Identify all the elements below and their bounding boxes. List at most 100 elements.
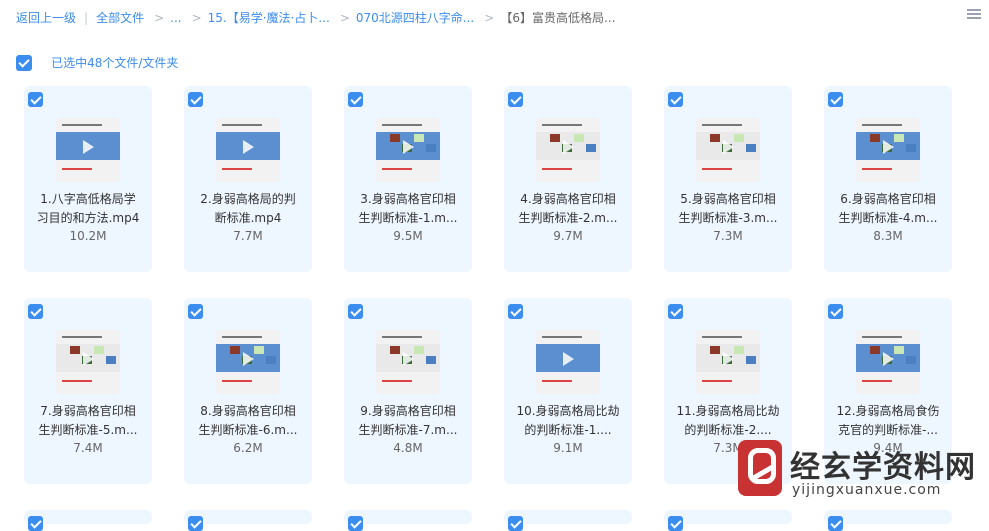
file-card[interactable] (664, 510, 792, 531)
file-card[interactable]: 3.身弱高格官印相 生判断标准-1.m... 9.5M (344, 86, 472, 272)
video-thumbnail[interactable] (56, 330, 120, 394)
file-size: 7.4M (73, 441, 103, 455)
play-icon (563, 352, 574, 366)
back-link[interactable]: 返回上一级 (16, 9, 76, 26)
file-size: 7.3M (713, 229, 743, 243)
file-card[interactable]: 8.身弱高格官印相 生判断标准-6.m... 6.2M (184, 298, 312, 484)
play-icon (403, 140, 414, 154)
file-name-line1: 7.身弱高格官印相 (40, 404, 136, 418)
file-checkbox[interactable] (668, 304, 683, 319)
file-checkbox[interactable] (668, 92, 683, 107)
file-name[interactable]: 8.身弱高格官印相 生判断标准-6.m... (192, 402, 304, 440)
file-card[interactable]: 6.身弱高格官印相 生判断标准-4.m... 8.3M (824, 86, 952, 272)
file-name[interactable]: 10.身弱高格局比劫 的判断标准-1.... (512, 402, 624, 440)
file-checkbox[interactable] (348, 92, 363, 107)
file-card[interactable]: 10.身弱高格局比劫 的判断标准-1.... 9.1M (504, 298, 632, 484)
file-checkbox[interactable] (668, 516, 683, 531)
file-card[interactable] (824, 510, 952, 531)
file-name-line2: 生判断标准-5.m... (38, 423, 138, 437)
file-size: 6.2M (233, 441, 263, 455)
breadcrumb-all-files[interactable]: 全部文件 (96, 9, 144, 26)
file-checkbox[interactable] (188, 516, 203, 531)
video-thumbnail[interactable] (376, 330, 440, 394)
file-name[interactable]: 2.身弱高格局的判 断标准.mp4 (192, 190, 304, 228)
breadcrumb-current: 【6】富贵高低格局... (500, 11, 616, 25)
file-name[interactable]: 5.身弱高格官印相 生判断标准-3.m... (672, 190, 784, 228)
file-checkbox[interactable] (508, 92, 523, 107)
file-name-line2: 生判断标准-3.m... (678, 211, 778, 225)
file-checkbox[interactable] (348, 516, 363, 531)
breadcrumb-level1[interactable]: 15.【易学·魔法·占卜... (208, 9, 330, 26)
list-view-icon[interactable] (967, 9, 981, 23)
watermark-title: 经玄学资料网 (790, 450, 976, 485)
file-checkbox[interactable] (188, 92, 203, 107)
file-name[interactable]: 11.身弱高格局比劫 的判断标准-2.... (672, 402, 784, 440)
file-checkbox[interactable] (828, 516, 843, 531)
watermark: 经玄学资料网 yijingxuanxue.com (738, 440, 978, 504)
watermark-url: yijingxuanxue.com (792, 482, 942, 498)
file-checkbox[interactable] (828, 304, 843, 319)
chevron-right-icon: > (154, 10, 165, 25)
play-icon (243, 140, 254, 154)
video-thumbnail[interactable] (56, 118, 120, 182)
video-thumbnail[interactable] (536, 118, 600, 182)
file-name[interactable]: 1.八字高低格局学 习目的和方法.mp4 (32, 190, 144, 228)
video-thumbnail[interactable] (216, 330, 280, 394)
file-card[interactable] (504, 510, 632, 531)
video-thumbnail[interactable] (856, 330, 920, 394)
file-name-line1: 2.身弱高格局的判 (200, 192, 296, 206)
file-name[interactable]: 12.身弱高格局食伤 克官的判断标准-... (832, 402, 944, 440)
file-name-line1: 9.身弱高格官印相 (360, 404, 456, 418)
file-checkbox[interactable] (28, 92, 43, 107)
file-card[interactable]: 5.身弱高格官印相 生判断标准-3.m... 7.3M (664, 86, 792, 272)
file-card[interactable]: 9.身弱高格官印相 生判断标准-7.m... 4.8M (344, 298, 472, 484)
file-card[interactable]: 4.身弱高格官印相 生判断标准-2.m... 9.7M (504, 86, 632, 272)
chevron-right-icon: > (191, 10, 202, 25)
file-card[interactable]: 1.八字高低格局学 习目的和方法.mp4 10.2M (24, 86, 152, 272)
video-thumbnail[interactable] (856, 118, 920, 182)
file-name-line2: 克官的判断标准-... (838, 423, 938, 437)
file-checkbox[interactable] (188, 304, 203, 319)
file-name[interactable]: 6.身弱高格官印相 生判断标准-4.m... (832, 190, 944, 228)
file-checkbox[interactable] (28, 304, 43, 319)
selection-count: 已选中48个文件/文件夹 (51, 56, 179, 70)
file-name-line1: 3.身弱高格官印相 (360, 192, 456, 206)
file-name-line2: 生判断标准-6.m... (198, 423, 298, 437)
breadcrumb-ellipsis[interactable]: ... (170, 11, 181, 25)
video-thumbnail[interactable] (376, 118, 440, 182)
file-card[interactable] (24, 510, 152, 531)
file-name-line2: 生判断标准-4.m... (838, 211, 938, 225)
file-name[interactable]: 9.身弱高格官印相 生判断标准-7.m... (352, 402, 464, 440)
video-thumbnail[interactable] (216, 118, 280, 182)
video-thumbnail[interactable] (696, 118, 760, 182)
play-icon (403, 352, 414, 366)
file-card[interactable]: 7.身弱高格官印相 生判断标准-5.m... 7.4M (24, 298, 152, 484)
file-name[interactable]: 4.身弱高格官印相 生判断标准-2.m... (512, 190, 624, 228)
play-icon (723, 352, 734, 366)
file-checkbox[interactable] (508, 516, 523, 531)
video-thumbnail[interactable] (536, 330, 600, 394)
play-icon (883, 352, 894, 366)
chevron-right-icon: > (484, 10, 495, 25)
top-bar: 返回上一级 | 全部文件 >... >15.【易学·魔法·占卜... >070北源四柱八字… (0, 0, 989, 36)
file-name-line1: 5.身弱高格官印相 (680, 192, 776, 206)
video-thumbnail[interactable] (696, 330, 760, 394)
file-name-line1: 11.身弱高格局比劫 (676, 404, 780, 418)
file-card[interactable] (184, 510, 312, 531)
file-checkbox[interactable] (828, 92, 843, 107)
play-icon (83, 352, 94, 366)
select-all-checkbox[interactable] (16, 54, 32, 71)
file-card[interactable]: 2.身弱高格局的判 断标准.mp4 7.7M (184, 86, 312, 272)
file-name[interactable]: 7.身弱高格官印相 生判断标准-5.m... (32, 402, 144, 440)
breadcrumb-level2[interactable]: 070北源四柱八字命... (356, 9, 474, 26)
file-name-line1: 4.身弱高格官印相 (520, 192, 616, 206)
breadcrumb: 返回上一级 | 全部文件 >... >15.【易学·魔法·占卜... >070北源四柱八字… (16, 9, 615, 26)
play-icon (563, 140, 574, 154)
file-checkbox[interactable] (348, 304, 363, 319)
breadcrumb-divider: | (84, 10, 89, 25)
file-checkbox[interactable] (508, 304, 523, 319)
file-size: 9.5M (393, 229, 423, 243)
file-checkbox[interactable] (28, 516, 43, 531)
file-name[interactable]: 3.身弱高格官印相 生判断标准-1.m... (352, 190, 464, 228)
file-card[interactable] (344, 510, 472, 531)
